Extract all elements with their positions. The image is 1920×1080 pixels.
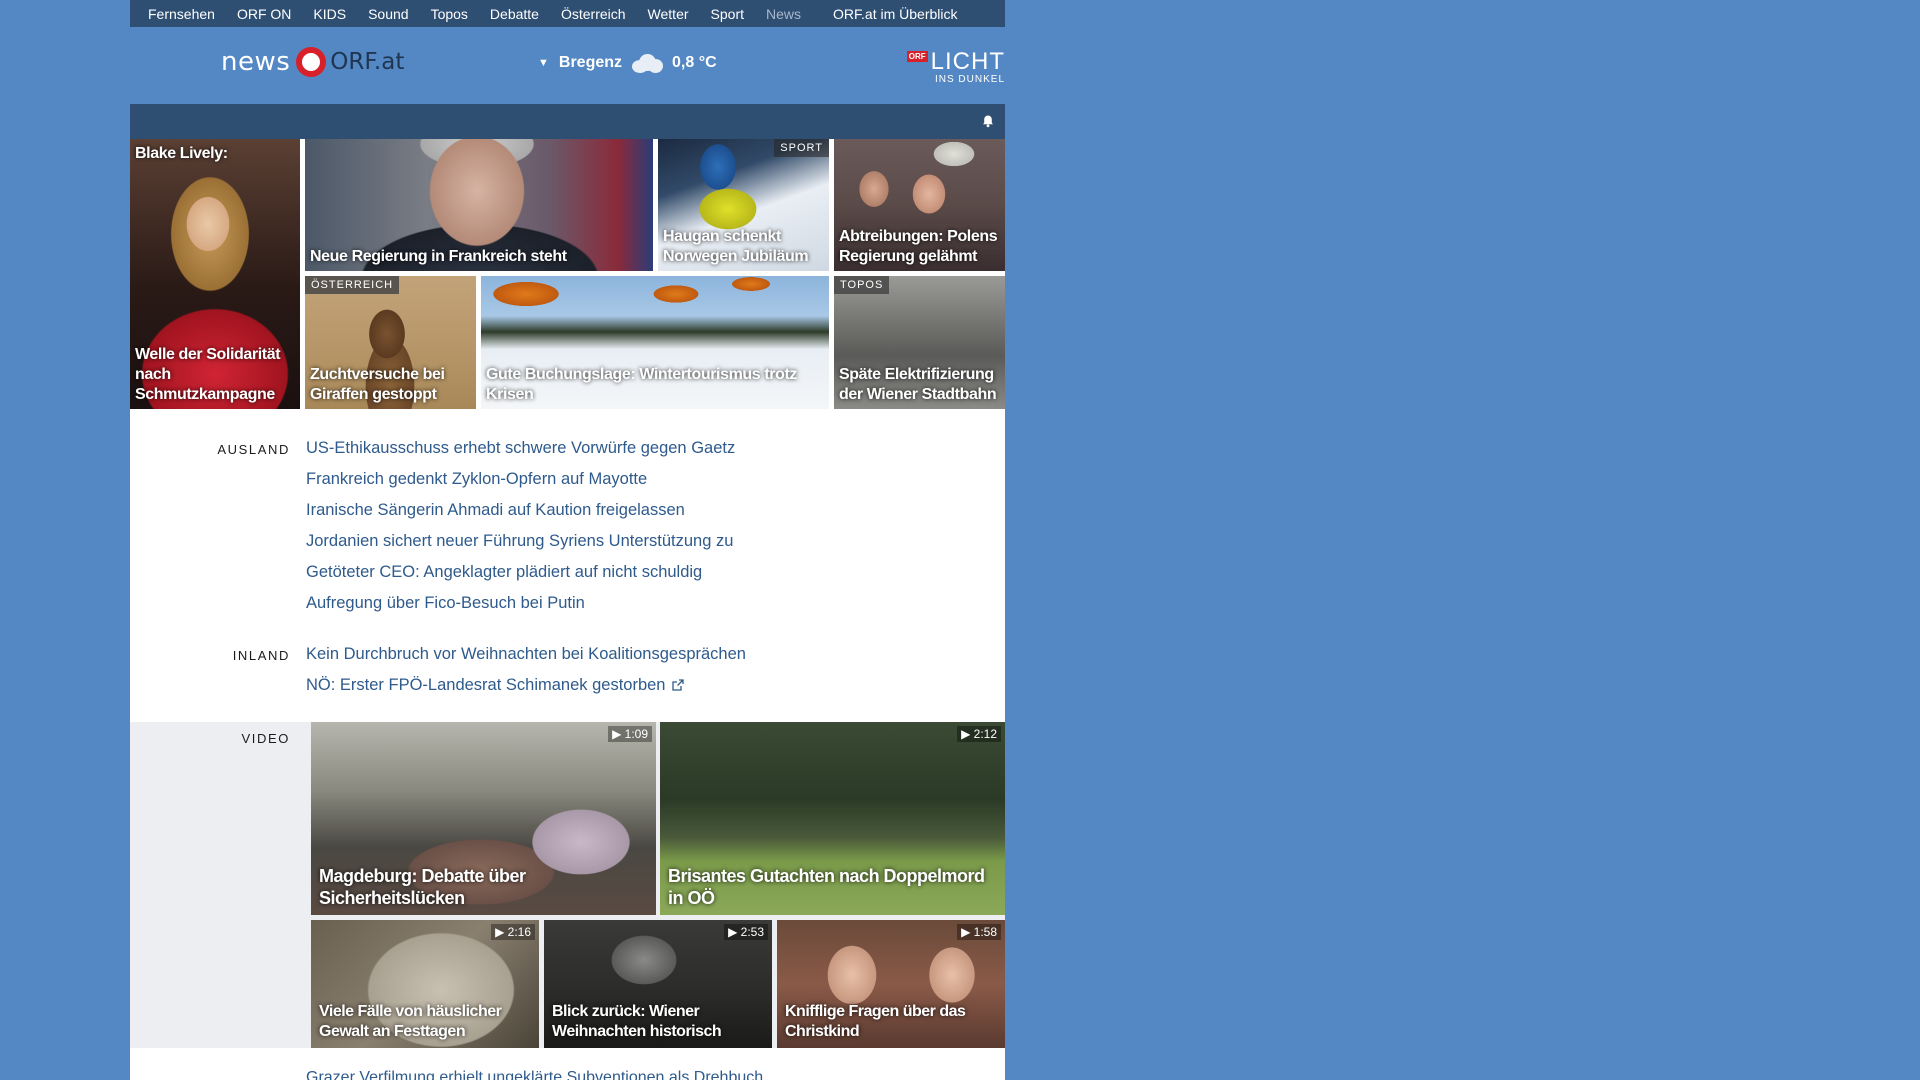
category-tag: TOPOS (834, 276, 890, 294)
tile-caption: Späte Elektrifizierung der Wiener Stadtb… (839, 366, 997, 403)
category-tag: SPORT (774, 139, 829, 157)
news-link-text: NÖ: Erster FPÖ-Landesrat Schimanek gesto… (306, 676, 666, 694)
cloud-icon (630, 52, 664, 74)
news-link-partial[interactable]: Grazer Verfilmung erhielt ungeklärte Sub… (306, 1069, 763, 1080)
news-orf-logo[interactable]: news ORF.at (221, 47, 404, 77)
orf-ring-icon (296, 47, 327, 77)
licht-subtitle: INS DUNKEL (934, 74, 1005, 85)
nav-item-sport[interactable]: Sport (711, 6, 744, 22)
top-nav: Fernsehen ORF ON KIDS Sound Topos Debatt… (130, 0, 1005, 27)
news-link[interactable]: Frankreich gedenkt Zyklon-Opfern auf May… (306, 464, 735, 495)
tile-caption: Haugan schenkt Norwegen Jubiläum (663, 228, 809, 265)
weather-widget[interactable]: ▼ Bregenz 0,8 °C (538, 52, 717, 74)
story-tile-sport[interactable]: SPORT Haugan schenkt Norwegen Jubiläum (658, 139, 829, 271)
story-tile-frankreich[interactable]: Neue Regierung in Frankreich steht (305, 139, 653, 271)
dropdown-triangle-icon: ▼ (538, 57, 549, 69)
site-header: news ORF.at ▼ Bregenz 0,8 °C ORF LICHT IN… (130, 27, 1005, 104)
nav-item-debatte[interactable]: Debatte (490, 6, 539, 22)
tile-caption: Abtreibungen: Polens Regierung gelähmt (839, 228, 998, 265)
story-tile-giraffen[interactable]: ÖSTERREICH Zuchtversuche bei Giraffen ge… (305, 276, 476, 409)
tile-caption: Welle der Solidarität nach Schmutzkampag… (135, 346, 281, 403)
video-title: Magdeburg: Debatte über Sicherheitslücke… (319, 866, 526, 908)
licht-orf-badge: ORF (906, 51, 928, 62)
video-duration: ▶ 2:16 (491, 924, 535, 940)
nav-item-sound[interactable]: Sound (368, 6, 408, 22)
video-duration: ▶ 2:12 (957, 726, 1001, 742)
video-duration: ▶ 1:58 (957, 924, 1001, 940)
section-label-ausland: AUSLAND (217, 442, 290, 457)
nav-item-oesterreich[interactable]: Österreich (561, 6, 626, 22)
category-tag: ÖSTERREICH (305, 276, 400, 294)
video-tile-gewalt[interactable]: ▶ 2:16 Viele Fälle von häuslicher Gewalt… (311, 920, 539, 1048)
news-link[interactable]: Getöteter CEO: Angeklagter plädiert auf … (306, 557, 735, 588)
main-content: Blake Lively: Welle der Solidarität nach… (130, 139, 1005, 1080)
tile-caption: Zuchtversuche bei Giraffen gestoppt (310, 366, 445, 403)
video-tile-doppelmord[interactable]: ▶ 2:12 Brisantes Gutachten nach Doppelmo… (660, 722, 1005, 915)
video-duration: ▶ 1:09 (608, 726, 652, 742)
section-label-inland: INLAND (232, 648, 290, 663)
tile-caption: Neue Regierung in Frankreich steht (310, 248, 567, 265)
licht-ins-dunkel-logo[interactable]: ORF LICHT INS DUNKEL (906, 48, 1005, 85)
nav-item-orf-on[interactable]: ORF ON (237, 6, 291, 22)
page-wrapper: Fernsehen ORF ON KIDS Sound Topos Debatt… (130, 0, 1005, 1080)
video-tile-christkind[interactable]: ▶ 1:58 Knifflige Fragen über das Christk… (777, 920, 1005, 1048)
video-duration: ▶ 2:53 (724, 924, 768, 940)
news-link[interactable]: Iranische Sängerin Ahmadi auf Kaution fr… (306, 495, 735, 526)
news-link[interactable]: Aufregung über Fico-Besuch bei Putin (306, 588, 735, 619)
story-tile-blake-lively[interactable]: Blake Lively: Welle der Solidarität nach… (130, 139, 300, 409)
ausland-link-list: US-Ethikausschuss erhebt schwere Vorwürf… (306, 433, 735, 619)
news-link[interactable]: Jordanien sichert neuer Führung Syriens … (306, 526, 735, 557)
notification-bell-icon[interactable] (981, 114, 995, 128)
nav-item-fernsehen[interactable]: Fernsehen (148, 6, 215, 22)
video-tile-magdeburg[interactable]: ▶ 1:09 Magdeburg: Debatte über Sicherhei… (311, 722, 656, 915)
logo-news-text: news (221, 47, 291, 77)
tile-caption: Gute Buchungslage: Wintertourismus trotz… (486, 366, 797, 403)
nav-item-overview[interactable]: ORF.at im Überblick (833, 6, 957, 22)
licht-title: LICHT (930, 48, 1005, 75)
weather-location: Bregenz (558, 54, 623, 71)
news-link-external[interactable]: NÖ: Erster FPÖ-Landesrat Schimanek gesto… (306, 670, 746, 701)
section-label-video: VIDEO (241, 731, 290, 746)
nav-item-wetter[interactable]: Wetter (648, 6, 689, 22)
external-link-icon (671, 679, 684, 691)
video-title: Blick zurück: Wiener Weihnachten histori… (552, 1003, 722, 1040)
weather-temperature: 0,8 °C (672, 54, 717, 71)
video-tile-weihnachten[interactable]: ▶ 2:53 Blick zurück: Wiener Weihnachten … (544, 920, 772, 1048)
logo-orf-text: ORF.at (330, 49, 405, 75)
story-tile-stadtbahn[interactable]: TOPOS Späte Elektrifizierung der Wiener … (834, 276, 1005, 409)
nav-item-kids[interactable]: KIDS (313, 6, 346, 22)
inland-link-list: Kein Durchbruch vor Weihnachten bei Koal… (306, 639, 746, 701)
nav-item-news[interactable]: News (766, 6, 801, 22)
story-tile-polen[interactable]: Abtreibungen: Polens Regierung gelähmt (834, 139, 1005, 271)
story-tile-wintertourismus[interactable]: Gute Buchungslage: Wintertourismus trotz… (481, 276, 829, 409)
nav-item-topos[interactable]: Topos (431, 6, 468, 22)
video-title: Brisantes Gutachten nach Doppelmord in O… (668, 866, 985, 908)
news-link[interactable]: Kein Durchbruch vor Weihnachten bei Koal… (306, 639, 746, 670)
tile-headline-kicker: Blake Lively: (135, 145, 228, 162)
video-title: Knifflige Fragen über das Christkind (785, 1003, 966, 1040)
video-title: Viele Fälle von häuslicher Gewalt an Fes… (319, 1003, 502, 1040)
section-bar (130, 104, 1005, 139)
news-link[interactable]: US-Ethikausschuss erhebt schwere Vorwürf… (306, 433, 735, 464)
